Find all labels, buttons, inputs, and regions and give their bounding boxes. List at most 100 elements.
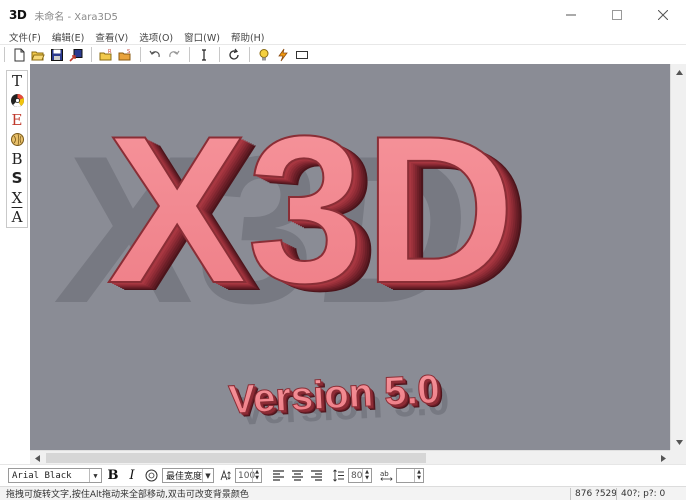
undo-button[interactable] bbox=[146, 46, 164, 64]
bevel-button[interactable]: B bbox=[7, 149, 27, 169]
text-cursor-icon bbox=[202, 48, 206, 61]
spinner-arrows-icon: ▲ ▼ bbox=[414, 469, 423, 482]
chevron-right-icon bbox=[660, 454, 666, 462]
chevron-left-icon bbox=[34, 454, 40, 462]
window-title: 未命名 - Xara3D5 bbox=[34, 11, 118, 23]
menu-options[interactable]: 选项(O) bbox=[139, 30, 173, 44]
symbol-button[interactable] bbox=[143, 468, 159, 484]
line-spacing-value: 80 bbox=[351, 470, 363, 481]
save-animation-button[interactable]: S bbox=[116, 46, 134, 64]
extrude-button[interactable]: X bbox=[7, 188, 27, 208]
line-spacing-icon bbox=[332, 469, 344, 482]
menu-view[interactable]: 查看(V) bbox=[95, 30, 128, 44]
export-icon bbox=[69, 48, 83, 62]
toolbar-separator bbox=[249, 47, 250, 62]
texture-button[interactable] bbox=[7, 130, 27, 150]
frame-button[interactable] bbox=[293, 46, 311, 64]
shadow-icon: S bbox=[11, 169, 23, 188]
bold-button[interactable]: B bbox=[105, 468, 121, 484]
align-right-button[interactable] bbox=[308, 468, 324, 484]
menu-help[interactable]: 帮助(H) bbox=[231, 30, 265, 44]
toolbar-separator bbox=[4, 47, 5, 62]
menu-file[interactable]: 文件(F) bbox=[9, 30, 41, 44]
open-animation-button[interactable]: R bbox=[97, 46, 115, 64]
open-file-button[interactable] bbox=[29, 46, 47, 64]
align-right-icon bbox=[310, 470, 322, 481]
menu-bar: 文件(F) 编辑(E) 查看(V) 选项(O) 窗口(W) 帮助(H) bbox=[0, 30, 686, 44]
menu-edit[interactable]: 编辑(E) bbox=[52, 30, 84, 44]
svg-text:R: R bbox=[108, 49, 112, 55]
lightning-button[interactable] bbox=[274, 46, 292, 64]
toolbar-separator bbox=[189, 47, 190, 62]
title-bar: 3D 未命名 - Xara3D5 bbox=[0, 0, 686, 30]
text-cursor-button[interactable] bbox=[195, 46, 213, 64]
width-select-value: 最佳宽度 bbox=[166, 472, 203, 482]
text-tool-icon: T bbox=[11, 71, 22, 90]
font-select-value: Arial Black bbox=[12, 470, 72, 481]
app-logo: 3D bbox=[9, 8, 27, 22]
export-button[interactable] bbox=[67, 46, 85, 64]
width-select[interactable]: 最佳宽度 ▼ bbox=[162, 468, 214, 483]
format-bar: Arial Black ▼ B I 最佳宽度 ▼ 100 ▲ ▼ 80 ▲ ▼ ab… bbox=[0, 464, 686, 486]
new-file-button[interactable] bbox=[10, 46, 28, 64]
minimize-icon bbox=[566, 14, 576, 16]
render-svg: X3D X3D X3D X3D X3D X3D X3D X3D X3D Vers… bbox=[48, 91, 530, 434]
chevron-up-icon bbox=[675, 69, 683, 75]
chevron-down-icon bbox=[675, 439, 683, 445]
light-button[interactable] bbox=[255, 46, 273, 64]
scroll-up-button[interactable] bbox=[671, 64, 686, 80]
font-style-icon: A bbox=[11, 208, 23, 227]
spinner-arrows-icon: ▲ ▼ bbox=[252, 469, 261, 482]
render-canvas[interactable]: X3D X3D X3D X3D X3D X3D X3D X3D X3D Vers… bbox=[30, 64, 670, 450]
scroll-down-button[interactable] bbox=[671, 434, 686, 450]
spinner-arrows-icon: ▲ ▼ bbox=[362, 469, 371, 482]
align-center-button[interactable] bbox=[289, 468, 305, 484]
frame-icon bbox=[296, 50, 308, 59]
toolbar-separator bbox=[91, 47, 92, 62]
toolbar-separator bbox=[140, 47, 141, 62]
char-spacing-spinner[interactable]: ▲ ▼ bbox=[396, 468, 424, 483]
maximize-button[interactable] bbox=[594, 0, 640, 30]
undo-icon bbox=[149, 50, 160, 57]
status-message: 拖拽可旋转文字,按住Alt拖动来全部移动,双击可改变背景颜色 bbox=[6, 490, 249, 500]
edit-text-button[interactable]: E bbox=[7, 110, 27, 130]
align-left-icon bbox=[272, 470, 284, 481]
extrude-icon: X bbox=[11, 188, 23, 207]
align-left-button[interactable] bbox=[270, 468, 286, 484]
vertical-scrollbar[interactable] bbox=[670, 64, 686, 450]
close-button[interactable] bbox=[640, 0, 686, 30]
redo-icon bbox=[169, 50, 180, 57]
rotate-button[interactable] bbox=[225, 46, 243, 64]
save-icon bbox=[51, 48, 63, 61]
globe-icon bbox=[145, 469, 157, 482]
minimize-button[interactable] bbox=[548, 0, 594, 30]
edit-text-icon: E bbox=[11, 110, 23, 129]
save-button[interactable] bbox=[48, 46, 66, 64]
scroll-right-button[interactable] bbox=[656, 451, 670, 465]
horizontal-scroll-thumb[interactable] bbox=[46, 453, 426, 463]
menu-window[interactable]: 窗口(W) bbox=[184, 30, 220, 44]
open-animation-icon: R bbox=[99, 49, 112, 60]
align-center-icon bbox=[291, 470, 303, 481]
rotate-icon bbox=[229, 48, 239, 60]
save-animation-icon: S bbox=[118, 49, 131, 60]
scroll-left-button[interactable] bbox=[30, 451, 44, 465]
redo-button[interactable] bbox=[165, 46, 183, 64]
italic-button[interactable]: I bbox=[124, 468, 140, 484]
char-spacing-icon: ab bbox=[380, 470, 393, 481]
size-icon-wrap bbox=[217, 468, 233, 484]
svg-text:ab: ab bbox=[380, 470, 389, 478]
font-select[interactable]: Arial Black ▼ bbox=[8, 468, 102, 483]
text-tool-button[interactable]: T bbox=[7, 71, 27, 91]
font-style-button[interactable]: A bbox=[7, 208, 27, 228]
horizontal-scrollbar[interactable] bbox=[30, 450, 670, 464]
status-bar: 拖拽可旋转文字,按住Alt拖动来全部移动,双击可改变背景颜色 876 ?529 … bbox=[0, 486, 686, 500]
size-spinner[interactable]: 100 ▲ ▼ bbox=[235, 468, 262, 483]
char-spacing-icon-wrap: ab bbox=[378, 468, 394, 484]
tool-group: T E B S X A bbox=[6, 70, 28, 228]
shadow-button[interactable]: S bbox=[7, 169, 27, 189]
color-wheel-icon bbox=[10, 93, 24, 107]
color-tool-button[interactable] bbox=[7, 91, 27, 111]
line-spacing-spinner[interactable]: 80 ▲ ▼ bbox=[348, 468, 372, 483]
window-controls bbox=[548, 0, 686, 30]
